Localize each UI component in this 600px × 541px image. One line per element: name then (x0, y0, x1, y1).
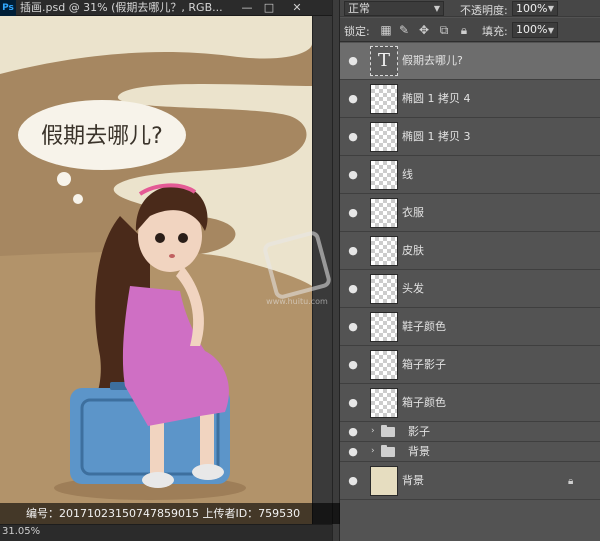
layer-row[interactable]: ● 椭圆 1 拷贝 3 (340, 119, 600, 156)
lock-label: 锁定: (344, 25, 370, 38)
layer-name: 头发 (402, 282, 424, 295)
bubble-dot-small (73, 194, 83, 204)
status-bar: 31.05% (0, 524, 332, 541)
lock-position-move-icon[interactable]: ✥ (416, 22, 432, 38)
chevron-right-icon[interactable]: › (371, 426, 375, 436)
eye-icon[interactable]: ● (346, 169, 360, 181)
layer-row[interactable]: ● 箱子影子 (340, 347, 600, 384)
eye-icon[interactable]: ● (346, 321, 360, 333)
layer-group-row[interactable]: ● › 影子 (340, 423, 600, 442)
panel-divider[interactable] (332, 0, 340, 541)
layer-thumbnail (370, 236, 398, 266)
eye-icon[interactable]: ● (346, 426, 360, 438)
layer-row[interactable]: ● 箱子颜色 (340, 385, 600, 422)
minimize-button[interactable]: — (235, 0, 259, 16)
eye-icon[interactable]: ● (346, 283, 360, 295)
bubble-dot-large (57, 172, 71, 186)
opacity-value: 100% (516, 2, 548, 15)
layer-name: 椭圆 1 拷贝 3 (402, 130, 471, 143)
layer-thumbnail (370, 388, 398, 418)
lock-artboard-icon[interactable]: ⧉ (436, 22, 452, 38)
eye-icon[interactable]: ● (346, 397, 360, 409)
eye-icon[interactable]: ● (346, 207, 360, 219)
left-shoe (142, 472, 174, 488)
layer-name: 影子 (408, 425, 430, 438)
blend-row: 正常 ▼ 不透明度: 100% ▼ (340, 0, 600, 17)
eye-icon[interactable]: ● (346, 131, 360, 143)
layer-thumbnail (370, 466, 398, 496)
blend-mode-select[interactable]: 正常 ▼ (344, 1, 444, 16)
layers-panel: 正常 ▼ 不透明度: 100% ▼ 锁定: ▦ ✎ ✥ ⧉ 🔒︎ 填充: 100… (340, 0, 600, 541)
layer-thumbnail (370, 274, 398, 304)
lock-all-icon[interactable]: 🔒︎ (456, 22, 472, 38)
eye-icon[interactable]: ● (346, 446, 360, 458)
zoom-level[interactable]: 31.05% (2, 526, 40, 537)
opacity-input[interactable]: 100% ▼ (512, 1, 558, 16)
maximize-button[interactable]: □ (257, 0, 281, 16)
layer-name: 衣服 (402, 206, 424, 219)
layer-thumbnail (370, 84, 398, 114)
lock-icon: 🔒︎ (568, 476, 574, 487)
lock-image-pixels-brush-icon[interactable]: ✎ (396, 22, 412, 38)
layer-name: 椭圆 1 拷贝 4 (402, 92, 471, 105)
layer-thumbnail (370, 312, 398, 342)
layer-row[interactable]: ● 衣服 (340, 195, 600, 232)
layer-name: 箱子影子 (402, 358, 446, 371)
lock-row: 锁定: ▦ ✎ ✥ ⧉ 🔒︎ 填充: 100% ▼ (340, 18, 600, 42)
fill-input[interactable]: 100% ▼ (512, 22, 558, 38)
bubble-text: 假期去哪儿? (41, 124, 163, 149)
layer-thumbnail (370, 160, 398, 190)
layer-thumbnail (370, 198, 398, 228)
watermark-logo-icon: www.huitu.com (263, 231, 331, 306)
folder-icon (381, 425, 395, 437)
layer-name: 线 (402, 168, 413, 181)
text-layer-thumbnail-icon: T (370, 46, 398, 76)
layer-row[interactable]: ● 线 (340, 157, 600, 194)
eye-icon[interactable]: ● (346, 55, 360, 67)
document-title: 插画.psd @ 31% (假期去哪儿？, RGB... (20, 1, 223, 14)
right-leg (200, 408, 214, 468)
chevron-down-icon: ▼ (433, 4, 440, 13)
eye-icon[interactable]: ● (346, 359, 360, 371)
mouth (169, 254, 175, 258)
layer-row[interactable]: ● 椭圆 1 拷贝 4 (340, 81, 600, 118)
folder-icon (381, 445, 395, 457)
layer-thumbnail (370, 122, 398, 152)
layer-row[interactable]: ● 鞋子颜色 (340, 309, 600, 346)
layer-row[interactable]: ● 皮肤 (340, 233, 600, 270)
fill-label: 填充: (482, 25, 508, 38)
layer-row[interactable]: ● 背景 🔒︎ (340, 463, 600, 500)
layer-row[interactable]: ● T 假期去哪儿? (340, 43, 600, 80)
chevron-down-icon: ▼ (547, 4, 554, 13)
layer-name: 假期去哪儿? (402, 54, 463, 67)
upload-caption: 编号：20171023150747859015 上传者ID：759530 (0, 503, 340, 524)
photoshop-logo-icon: Ps (0, 0, 16, 16)
layer-name: 背景 (408, 445, 430, 458)
eye-icon[interactable]: ● (346, 93, 360, 105)
layer-group-row[interactable]: ● › 背景 (340, 443, 600, 462)
fill-value: 100% (516, 23, 548, 36)
layer-name: 背景 (402, 474, 424, 487)
layer-row[interactable]: ● 头发 (340, 271, 600, 308)
opacity-label: 不透明度: (460, 4, 508, 17)
right-eye (178, 233, 188, 243)
chevron-right-icon[interactable]: › (371, 446, 375, 456)
layer-name: 皮肤 (402, 244, 424, 257)
blend-mode-value: 正常 (348, 2, 370, 15)
eye-icon[interactable]: ● (346, 475, 360, 487)
layer-name: 鞋子颜色 (402, 320, 446, 333)
left-eye (155, 233, 165, 243)
lock-transparent-pixels-icon[interactable]: ▦ (378, 22, 394, 38)
watermark-text: www.huitu.com (266, 297, 328, 306)
right-shoe (192, 464, 224, 480)
chevron-down-icon: ▼ (547, 26, 554, 35)
layer-name: 箱子颜色 (402, 396, 446, 409)
document-tab[interactable]: Ps 插画.psd @ 31% (假期去哪儿？, RGB... — □ ✕ (0, 0, 332, 16)
layer-thumbnail (370, 350, 398, 380)
close-button[interactable]: ✕ (282, 0, 312, 16)
eye-icon[interactable]: ● (346, 245, 360, 257)
